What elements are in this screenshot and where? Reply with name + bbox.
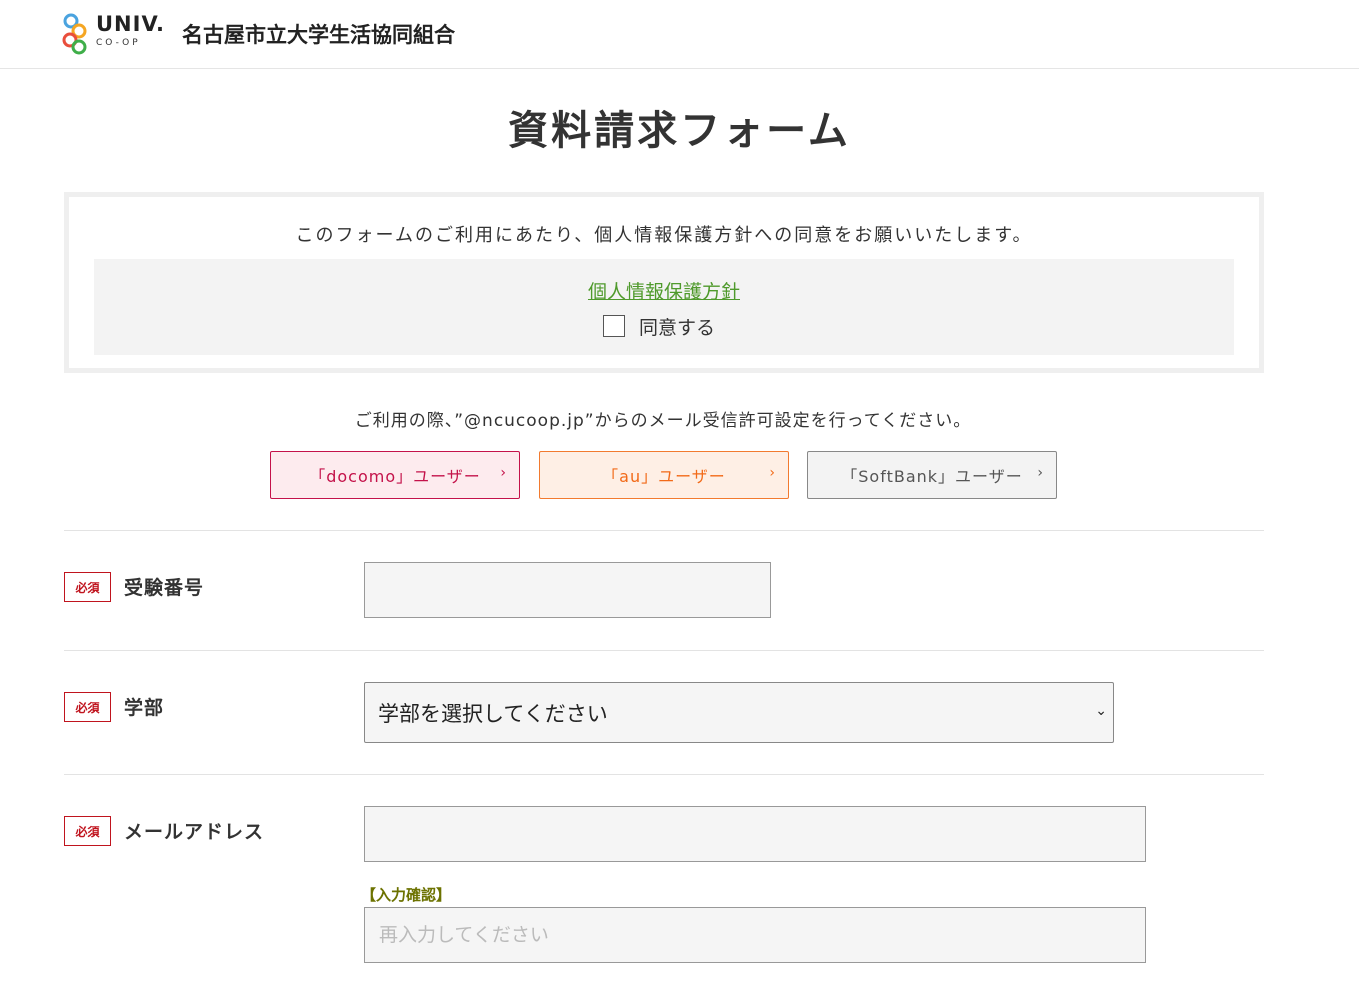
chevron-right-icon: ›	[769, 465, 776, 481]
page-title: 資料請求フォーム	[508, 107, 851, 154]
chevron-right-icon: ›	[500, 465, 507, 481]
faculty-select-value: 学部を選択してください	[378, 702, 608, 726]
consent-box: このフォームのご利用にあたり、個人情報保護方針への同意をお願いいたします。 個人…	[64, 192, 1264, 373]
exam-number-label: 受験番号	[124, 577, 205, 599]
email-confirm-label: 【入力確認】	[361, 886, 452, 904]
logo-subtext: CO-OP	[96, 38, 141, 48]
required-badge: 必須	[64, 572, 111, 602]
consent-message: このフォームのご利用にあたり、個人情報保護方針への同意をお願いいたします。	[295, 225, 1033, 246]
exam-number-input[interactable]	[364, 562, 771, 618]
docomo-button-label: 「docomo」ユーザー	[309, 467, 481, 486]
agree-checkbox-row[interactable]: 同意する	[603, 313, 715, 339]
section-divider	[64, 650, 1264, 651]
faculty-select[interactable]: 学部を選択してください ⌄	[364, 682, 1114, 743]
softbank-button-label: 「SoftBank」ユーザー	[841, 467, 1023, 486]
organization-name[interactable]: 名古屋市立大学生活協同組合	[182, 19, 455, 49]
au-user-button[interactable]: 「au」ユーザー ›	[539, 451, 789, 499]
chevron-down-icon: ⌄	[1095, 703, 1107, 719]
email-input[interactable]	[364, 806, 1146, 862]
softbank-user-button[interactable]: 「SoftBank」ユーザー ›	[807, 451, 1057, 499]
site-header: UNIV. CO-OP 名古屋市立大学生活協同組合	[0, 0, 1359, 69]
consent-panel: 個人情報保護方針 同意する	[94, 259, 1234, 355]
logo-text: UNIV.	[96, 12, 165, 36]
section-divider	[64, 774, 1264, 775]
docomo-user-button[interactable]: 「docomo」ユーザー ›	[270, 451, 520, 499]
faculty-label: 学部	[124, 697, 165, 719]
section-divider	[64, 530, 1264, 531]
email-confirm-input[interactable]	[364, 907, 1146, 963]
privacy-policy-link[interactable]: 個人情報保護方針	[94, 277, 1234, 304]
email-label: メールアドレス	[124, 821, 265, 843]
required-badge: 必須	[64, 816, 111, 846]
required-badge: 必須	[64, 692, 111, 722]
au-button-label: 「au」ユーザー	[602, 467, 726, 486]
agree-checkbox[interactable]	[603, 315, 625, 337]
chevron-right-icon: ›	[1037, 465, 1044, 481]
agree-label: 同意する	[639, 316, 716, 339]
mail-permission-note: ご利用の際、”@ncucoop.jp”からのメール受信許可設定を行ってください。	[354, 411, 972, 431]
